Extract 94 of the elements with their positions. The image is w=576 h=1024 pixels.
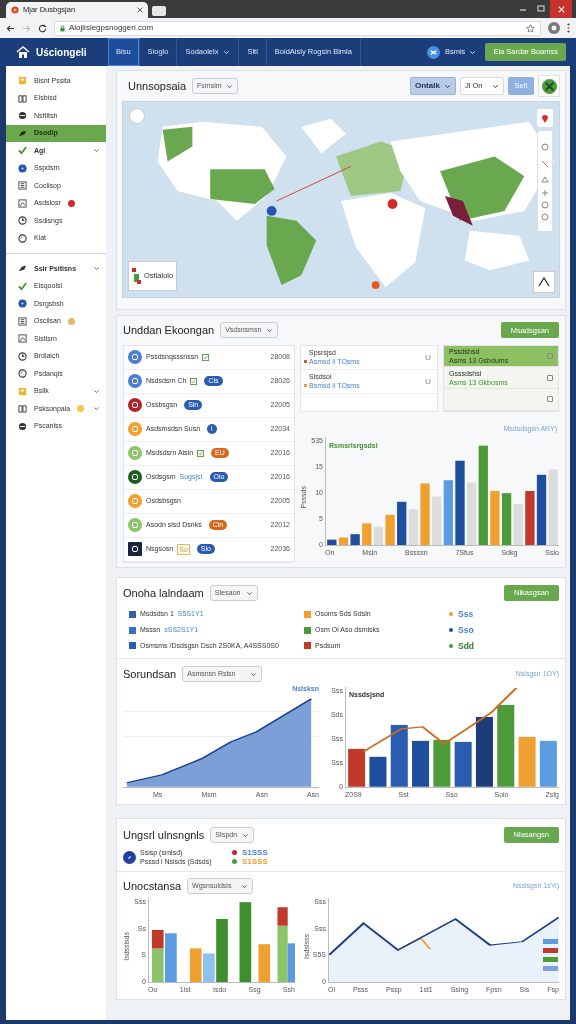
back-icon[interactable] xyxy=(6,23,15,33)
chevron-down-icon xyxy=(266,326,274,334)
chart-bar xyxy=(348,749,366,787)
circle-icon xyxy=(18,233,27,243)
chart-bar xyxy=(518,737,536,787)
stat-value: Sss xyxy=(458,608,474,621)
more-icon[interactable] xyxy=(567,23,570,33)
list-icon xyxy=(18,316,27,326)
chevron-down-icon xyxy=(226,82,234,90)
chart-bar xyxy=(397,501,407,545)
window-close-button[interactable] xyxy=(550,0,572,18)
image-icon xyxy=(18,198,27,208)
section-title: Ungsrl ulnsngnls xyxy=(123,827,205,843)
summary-value: S1SSS xyxy=(242,857,268,866)
check-icon xyxy=(202,353,210,361)
chart-bar xyxy=(390,725,408,787)
checkmark-icon xyxy=(18,281,27,291)
section-title: Onoha lalndaam xyxy=(123,585,204,601)
circle-icon xyxy=(18,421,27,431)
checkmark-icon xyxy=(18,146,27,156)
square-icon xyxy=(18,386,27,396)
chevron-down-icon xyxy=(93,265,100,273)
house-icon xyxy=(16,45,30,59)
chart-bar xyxy=(525,491,535,545)
clock-icon xyxy=(123,850,136,864)
lock-icon xyxy=(60,24,65,32)
chevron-down-icon xyxy=(93,147,100,155)
book-icon xyxy=(18,93,27,103)
brand-name: Uściongeli xyxy=(36,45,87,60)
legend-swatch-icon xyxy=(132,268,141,284)
profile-icon[interactable] xyxy=(548,22,560,34)
chart-bar xyxy=(454,742,472,787)
chevron-down-icon xyxy=(444,82,451,90)
close-icon[interactable] xyxy=(137,7,143,13)
chevron-down-icon xyxy=(469,48,477,56)
chevron-down-icon xyxy=(241,882,249,890)
chart-bar xyxy=(490,491,500,545)
section-title: Sorundsan xyxy=(123,667,177,682)
chart-bar xyxy=(536,474,547,545)
chevron-down-icon xyxy=(250,670,258,678)
close-icon xyxy=(557,5,565,13)
url-text: Alojiislegpsnoggeri.com xyxy=(69,22,155,34)
chart-bar xyxy=(475,717,493,787)
chart-bar xyxy=(189,948,202,982)
circle-icon xyxy=(18,299,27,309)
star-icon[interactable] xyxy=(526,23,535,33)
chevron-down-icon xyxy=(93,387,100,395)
chart-bar xyxy=(443,480,453,545)
summary-value: S1SSS xyxy=(242,848,268,857)
chart-bar xyxy=(369,757,387,787)
address-bar[interactable]: Alojiislegpsnoggeri.com xyxy=(54,20,541,36)
task-checkbox[interactable] xyxy=(547,352,553,359)
image-icon xyxy=(18,334,27,344)
stat-value: Sdd xyxy=(458,639,475,653)
clock-icon xyxy=(18,351,27,361)
circle-icon xyxy=(18,111,27,121)
chart-bar xyxy=(258,944,271,982)
chevron-down-icon xyxy=(93,405,100,413)
task-checkbox[interactable] xyxy=(547,396,553,403)
square-icon xyxy=(18,76,27,86)
chevron-down-icon xyxy=(223,48,231,56)
chart-bar xyxy=(362,523,372,545)
chart-bar xyxy=(539,741,557,787)
book-icon xyxy=(18,404,27,414)
chevron-down-icon xyxy=(242,831,250,839)
chart-bar xyxy=(513,503,523,545)
circle-icon xyxy=(18,163,27,173)
circle-icon xyxy=(18,369,27,379)
chart-bar xyxy=(350,534,360,545)
chart-bar xyxy=(412,741,430,787)
pin-icon xyxy=(541,113,549,123)
view-dropdown[interactable]: Ontalk xyxy=(410,77,456,95)
favicon-icon xyxy=(11,6,19,14)
check-icon xyxy=(190,377,198,385)
stat-value: Sso xyxy=(458,623,474,637)
list-icon xyxy=(18,181,27,191)
pin-button[interactable] xyxy=(537,109,553,127)
chart-bar xyxy=(433,740,451,787)
section-title: Unddan Ekoongan xyxy=(123,323,215,338)
section-title: Unocstansa xyxy=(123,878,182,894)
caret-up-icon xyxy=(538,277,550,287)
check-icon xyxy=(197,449,205,457)
compass-button[interactable] xyxy=(533,271,555,293)
reload-icon[interactable] xyxy=(38,23,47,33)
chevron-down-icon xyxy=(492,82,499,90)
chart-bar xyxy=(432,496,442,545)
clock-icon xyxy=(18,216,27,226)
section-title: Unnsopsaia xyxy=(128,78,187,94)
user-avatar-icon xyxy=(426,45,440,59)
task-checkbox[interactable] xyxy=(547,374,553,381)
chevron-down-icon xyxy=(245,589,253,597)
new-tab-button[interactable] xyxy=(152,6,166,16)
map-toolbar[interactable] xyxy=(537,130,553,232)
chart-bar xyxy=(501,493,512,545)
